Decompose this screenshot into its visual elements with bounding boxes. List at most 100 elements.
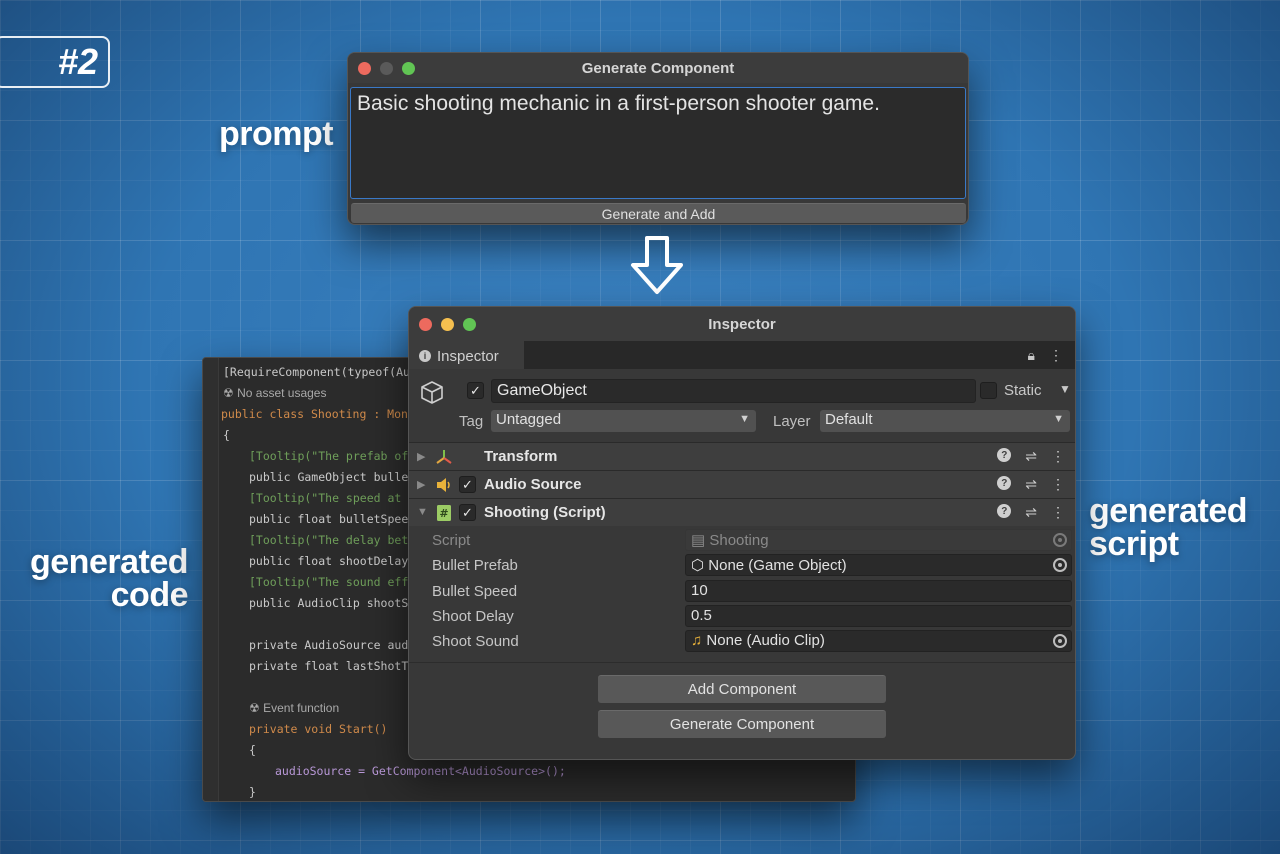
tab-label: Inspector (437, 347, 499, 365)
component-name: Audio Source (484, 476, 582, 493)
code-hint: ☢ No asset usages (223, 386, 327, 400)
minimize-button[interactable] (380, 61, 393, 75)
expand-arrow-icon[interactable]: ▶ (417, 478, 425, 491)
code-line[interactable]: [Tooltip("The delay betwe (249, 530, 422, 550)
title-bar: Inspector (409, 307, 1075, 341)
shoot-delay-field[interactable]: 0.5 (685, 605, 1072, 627)
generate-and-add-button[interactable]: Generate and Add (351, 203, 966, 223)
add-component-button[interactable]: Add Component (598, 675, 886, 703)
presets-icon[interactable]: ⇌ (1025, 476, 1037, 493)
generate-component-button[interactable]: Generate Component (598, 710, 886, 738)
code-line[interactable]: [RequireComponent(typeof(Audi (223, 362, 424, 382)
minimize-button[interactable] (441, 317, 454, 331)
inspector-window: Inspector i Inspector 🔒︎ ⋮ ✓ GameObject … (408, 306, 1076, 760)
caption-line: code (110, 576, 189, 614)
zoom-button[interactable] (463, 317, 476, 331)
transform-icon (436, 450, 452, 464)
tag-label: Tag (459, 413, 484, 430)
close-button[interactable] (358, 61, 371, 75)
code-line[interactable]: public float bulletSpeed (249, 509, 415, 529)
field-label-bullet-prefab: Bullet Prefab (432, 557, 518, 574)
code-line[interactable]: { (249, 740, 256, 760)
audio-clip-icon: ♫ (691, 632, 703, 649)
more-options-icon[interactable]: ⋮ (1051, 476, 1065, 493)
component-transform[interactable]: ▶ Transform ? ⇌ ⋮ (409, 442, 1075, 470)
prompt-caption: prompt (219, 115, 334, 153)
zoom-button[interactable] (402, 61, 415, 75)
generate-component-window: Generate Component Basic shooting mechan… (347, 52, 969, 225)
presets-icon[interactable]: ⇌ (1025, 448, 1037, 465)
object-picker-icon[interactable] (1053, 634, 1067, 648)
tab-inspector[interactable]: i Inspector (409, 341, 524, 369)
help-icon[interactable]: ? (997, 476, 1012, 490)
lock-icon[interactable]: 🔒︎ (1028, 347, 1035, 364)
static-dropdown-icon[interactable]: ▼ (1059, 382, 1071, 396)
component-enabled-checkbox[interactable]: ✓ (459, 504, 476, 521)
tag-dropdown[interactable]: Untagged ▼ (491, 410, 756, 432)
gameobject-name-field[interactable]: GameObject (491, 379, 976, 403)
code-line[interactable]: public float shootDelay = (249, 551, 422, 571)
code-line[interactable]: public AudioClip shootSou (249, 593, 422, 613)
code-line[interactable]: public class Shooting : MonoB (221, 404, 422, 424)
info-icon: i (419, 350, 431, 362)
component-name: Shooting (Script) (484, 504, 606, 521)
collapse-arrow-icon[interactable]: ▼ (417, 506, 428, 518)
more-options-icon[interactable]: ⋮ (1051, 448, 1065, 465)
object-picker-icon (1053, 533, 1067, 547)
script-icon: ▤ (691, 532, 706, 549)
layer-dropdown[interactable]: Default ▼ (820, 410, 1070, 432)
component-audio-source[interactable]: ▶ ✓ Audio Source ? ⇌ ⋮ (409, 470, 1075, 498)
shoot-sound-field[interactable]: ♫ None (Audio Clip) (685, 630, 1072, 652)
caption-line: generated (30, 543, 189, 581)
component-enabled-checkbox[interactable]: ✓ (459, 476, 476, 493)
code-line[interactable]: public GameObject bulletP (249, 467, 422, 487)
cube-icon (421, 381, 443, 404)
object-picker-icon[interactable] (1053, 558, 1067, 572)
prompt-textarea[interactable]: Basic shooting mechanic in a first-perso… (350, 87, 966, 199)
cube-icon: ⬡ (691, 557, 705, 574)
window-title: Inspector (708, 315, 776, 333)
code-line[interactable]: private float lastShotTim (249, 656, 422, 676)
generated-script-caption: generated script (1089, 492, 1248, 563)
active-checkbox[interactable]: ✓ (467, 382, 484, 399)
more-options-icon[interactable]: ⋮ (1051, 504, 1065, 521)
caption-line: script (1089, 525, 1179, 563)
tag-value: Untagged (496, 411, 562, 428)
static-checkbox[interactable] (980, 382, 997, 399)
svg-text:#: # (439, 507, 448, 520)
code-line[interactable]: } (249, 782, 256, 801)
code-line[interactable]: [Tooltip("The speed at wh (249, 488, 422, 508)
field-label-shoot-sound: Shoot Sound (432, 633, 519, 650)
script-field: ▤ Shooting (685, 529, 1072, 551)
field-label-shoot-delay: Shoot Delay (432, 608, 514, 625)
presets-icon[interactable]: ⇌ (1025, 504, 1037, 521)
help-icon[interactable]: ? (997, 448, 1012, 462)
expand-arrow-icon[interactable]: ▶ (417, 450, 425, 463)
field-label-script: Script (432, 532, 471, 549)
code-line[interactable]: { (223, 425, 230, 445)
title-bar: Generate Component (348, 53, 968, 83)
window-title: Generate Component (581, 59, 735, 77)
code-line[interactable]: [Tooltip("The prefab of t (249, 446, 422, 466)
editor-gutter (203, 358, 219, 801)
field-value: None (Audio Clip) (706, 632, 825, 649)
field-value: None (Game Object) (708, 557, 847, 574)
speaker-icon (437, 478, 450, 492)
chevron-down-icon: ▼ (739, 413, 750, 425)
bullet-speed-field[interactable]: 10 (685, 580, 1072, 602)
more-options-icon[interactable]: ⋮ (1049, 347, 1063, 364)
caption-line: generated (1089, 492, 1248, 530)
component-shooting-script[interactable]: ▼ # ✓ Shooting (Script) ? ⇌ ⋮ (409, 498, 1075, 526)
component-name: Transform (484, 448, 558, 465)
code-line[interactable]: private AudioSource audi (249, 635, 415, 655)
close-button[interactable] (419, 317, 432, 331)
divider (409, 662, 1075, 663)
bullet-prefab-field[interactable]: ⬡ None (Game Object) (685, 554, 1072, 576)
code-line[interactable]: audioSource = GetComponent<AudioSource>(… (275, 761, 566, 781)
code-line[interactable]: private void Start() (249, 719, 387, 739)
code-line[interactable]: [Tooltip("The sound effec (249, 572, 422, 592)
script-icon: # (437, 505, 451, 521)
help-icon[interactable]: ? (997, 504, 1012, 518)
gameobject-header: ✓ GameObject Static ▼ Tag Untagged ▼ Lay… (409, 369, 1075, 443)
layer-value: Default (825, 411, 873, 428)
